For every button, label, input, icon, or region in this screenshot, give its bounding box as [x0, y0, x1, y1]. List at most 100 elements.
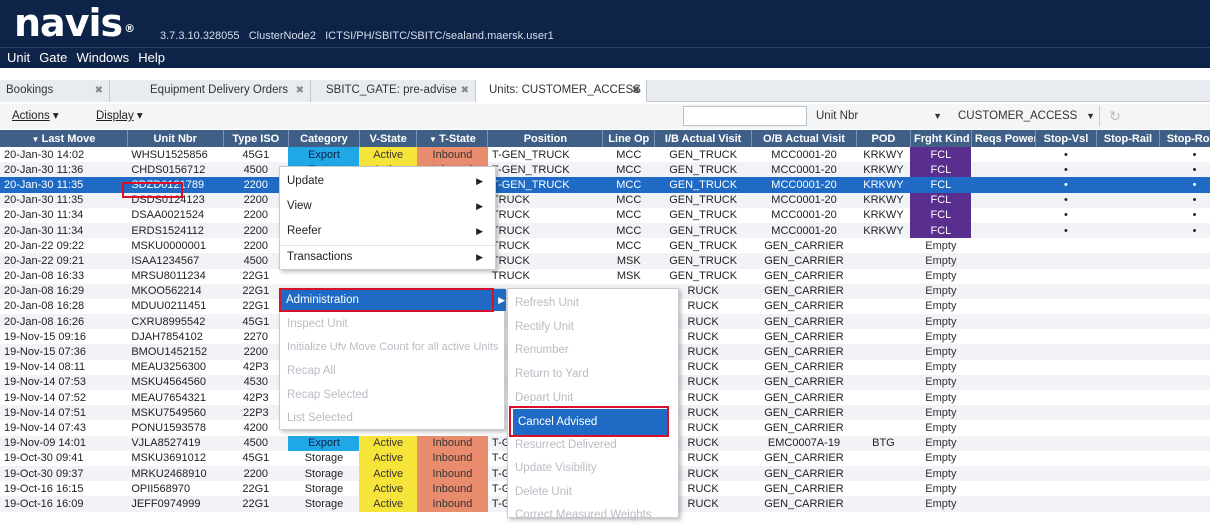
column-header[interactable]: ▼ T-State: [416, 130, 489, 147]
cell-last-move: 19-Nov-14 07:52: [0, 390, 128, 406]
column-header[interactable]: Category: [288, 130, 360, 147]
column-header[interactable]: Frght Kind: [910, 130, 972, 147]
menu-item-renumber[interactable]: Renumber: [508, 339, 678, 361]
column-header[interactable]: I/B Actual Visit: [654, 130, 753, 147]
menu-gate[interactable]: Gate: [39, 48, 67, 68]
cell-ob: GEN_CARRIER: [751, 329, 857, 345]
tab-sbitc-gate-preadvise[interactable]: SBITC_GATE: pre-advise ✖: [311, 80, 476, 102]
menu-item-label: View: [287, 200, 312, 212]
menu-item-initialize-ufv[interactable]: Initialize Ufv Move Count for all active…: [280, 336, 504, 358]
tab-units-customer-access[interactable]: Units: CUSTOMER_ACCESS ✖: [476, 80, 647, 102]
view-select[interactable]: CUSTOMER_ACCESS (SBITC...▼: [954, 106, 1100, 142]
column-header[interactable]: Type ISO: [223, 130, 289, 147]
menu-item-cancel-advised[interactable]: Cancel Advised: [513, 409, 668, 436]
column-header[interactable]: V-State: [359, 130, 418, 147]
table-row[interactable]: 20-Jan-30 11:34 DSAA0021524 2200 TRUCK MCC GE…: [0, 207, 1210, 223]
close-icon[interactable]: ✖: [461, 80, 469, 101]
column-header[interactable]: Stop-Rail: [1096, 130, 1160, 147]
refresh-icon[interactable]: ↻: [1105, 106, 1125, 126]
menu-unit[interactable]: Unit: [7, 48, 30, 68]
column-header[interactable]: ▼ Last Move: [0, 130, 128, 147]
table-row[interactable]: 20-Jan-22 09:21 ISAA1234567 4500 TRUCK MSK GE…: [0, 253, 1210, 269]
cell-rp: [971, 222, 1036, 239]
menu-item-return-to-yard[interactable]: Return to Yard: [508, 363, 678, 385]
cell-last-move: 19-Nov-14 07:43: [0, 420, 128, 436]
cell-rp: [971, 496, 1036, 512]
cell-vstate: Active: [359, 465, 417, 482]
table-row[interactable]: 20-Jan-30 11:34 ERDS1524112 2200 TRUCK MCC GE…: [0, 222, 1210, 239]
close-icon[interactable]: ✖: [95, 80, 103, 101]
cell-unit: ISAA1234567: [127, 253, 224, 269]
column-header[interactable]: Position: [487, 130, 604, 147]
menu-item-resurrect-delivered[interactable]: Resurrect Delivered: [508, 434, 678, 456]
cell-unit: DSAA0021524: [127, 207, 224, 223]
cell-sd: [1159, 268, 1210, 284]
field-select[interactable]: Unit Nbr ▼: [812, 106, 946, 126]
column-header[interactable]: Reqs Power: [971, 130, 1037, 147]
cell-unit: MEAU7654321: [127, 390, 224, 406]
menu-item-administration[interactable]: Administration ▶: [279, 289, 506, 311]
cell-pos: T-GEN_TRUCK: [487, 162, 603, 178]
close-icon[interactable]: ✖: [296, 80, 304, 101]
menu-item-list-selected[interactable]: List Selected: [280, 407, 504, 429]
cell-fk: FCL: [910, 177, 972, 193]
menu-item-rectify-unit[interactable]: Rectify Unit: [508, 316, 678, 338]
table-header: ▼ Last Move Unit Nbr Type ISO Category V-Sta…: [0, 130, 1210, 147]
tab-equipment-delivery-orders[interactable]: Equipment Delivery Orders ✖: [110, 80, 311, 102]
menu-item-correct-measured-weights[interactable]: Correct Measured Weights: [508, 504, 678, 526]
cell-pos: TRUCK: [487, 268, 603, 284]
table-row[interactable]: 20-Jan-30 11:35SDZD01217892200ExportActi…: [0, 177, 1210, 193]
table-row[interactable]: 20-Jan-08 16:33 MRSU8011234 22G1 TRUCK MSK GE…: [0, 268, 1210, 284]
column-header[interactable]: Stop-Vsl: [1035, 130, 1097, 147]
cell-rp: [971, 405, 1036, 421]
cell-sd: [1159, 435, 1210, 451]
cell-unit: MSKU7549560: [127, 405, 224, 421]
menu-item-refresh-unit[interactable]: Refresh Unit: [508, 292, 678, 314]
cell-rp: [971, 390, 1036, 406]
menu-item-delete-unit[interactable]: Delete Unit: [508, 481, 678, 503]
actions-label: Actions: [12, 110, 50, 122]
column-header-label: Last Move: [41, 132, 96, 145]
administration-submenu: Refresh Unit Rectify Unit Renumber Retur…: [507, 288, 679, 521]
cell-pod: [856, 465, 911, 482]
column-header[interactable]: Line Op: [602, 130, 656, 147]
cell-ob: GEN_CARRIER: [751, 405, 857, 421]
menu-item-view[interactable]: View ▶: [280, 195, 495, 217]
menu-item-transactions[interactable]: Transactions ▶: [280, 245, 495, 267]
cell-sd: [1159, 405, 1210, 421]
actions-button[interactable]: Actions ▾: [6, 107, 78, 126]
column-header[interactable]: Stop-Road: [1159, 130, 1210, 147]
cell-tstate: [416, 268, 488, 284]
table-row[interactable]: 20-Jan-22 09:22 MSKU0000001 2200 TRUCK MCC GE…: [0, 238, 1210, 254]
table-row[interactable]: 20-Jan-30 14:02 WHSU1525856 45G1 Export Acti…: [0, 147, 1210, 163]
cell-pod: KRKWY: [856, 207, 911, 223]
menu-item-recap-all[interactable]: Recap All: [280, 360, 504, 382]
cell-last-move: 19-Nov-15 09:16: [0, 329, 128, 345]
cell-pod: [856, 298, 911, 315]
logo-text: navis: [14, 1, 123, 45]
column-header[interactable]: Unit Nbr: [127, 130, 224, 147]
cell-sv: [1035, 314, 1097, 330]
close-icon[interactable]: ✖: [632, 80, 640, 101]
cell-rp: [971, 420, 1036, 436]
menu-item-recap-selected[interactable]: Recap Selected: [280, 384, 504, 406]
menu-item-depart-unit[interactable]: Depart Unit: [508, 387, 678, 409]
cell-rp: [971, 344, 1036, 360]
menu-windows[interactable]: Windows: [76, 48, 129, 68]
table-row[interactable]: 20-Jan-30 11:35 DSDS0124123 2200 TRUCK MCC GE…: [0, 192, 1210, 208]
tab-bookings[interactable]: Bookings ✖: [0, 80, 110, 102]
cell-pod: KRKWY: [856, 162, 911, 178]
menu-item-update[interactable]: Update ▶: [280, 170, 495, 192]
column-header[interactable]: POD: [856, 130, 911, 147]
menu-item-inspect-unit[interactable]: Inspect Unit: [280, 313, 504, 335]
search-input[interactable]: [683, 106, 807, 126]
cell-fk: Empty: [910, 314, 972, 330]
column-header-label: Stop-Road: [1166, 132, 1210, 145]
menu-item-update-visibility[interactable]: Update Visibility: [508, 457, 678, 479]
display-button[interactable]: Display ▾: [90, 107, 170, 126]
menu-item-reefer[interactable]: Reefer ▶: [280, 220, 495, 242]
cell-rp: [971, 374, 1036, 390]
menu-help[interactable]: Help: [138, 48, 165, 68]
column-header[interactable]: O/B Actual Visit: [751, 130, 857, 147]
table-row[interactable]: 20-Jan-30 11:36CHDS01567124500ExportActi…: [0, 162, 1210, 178]
